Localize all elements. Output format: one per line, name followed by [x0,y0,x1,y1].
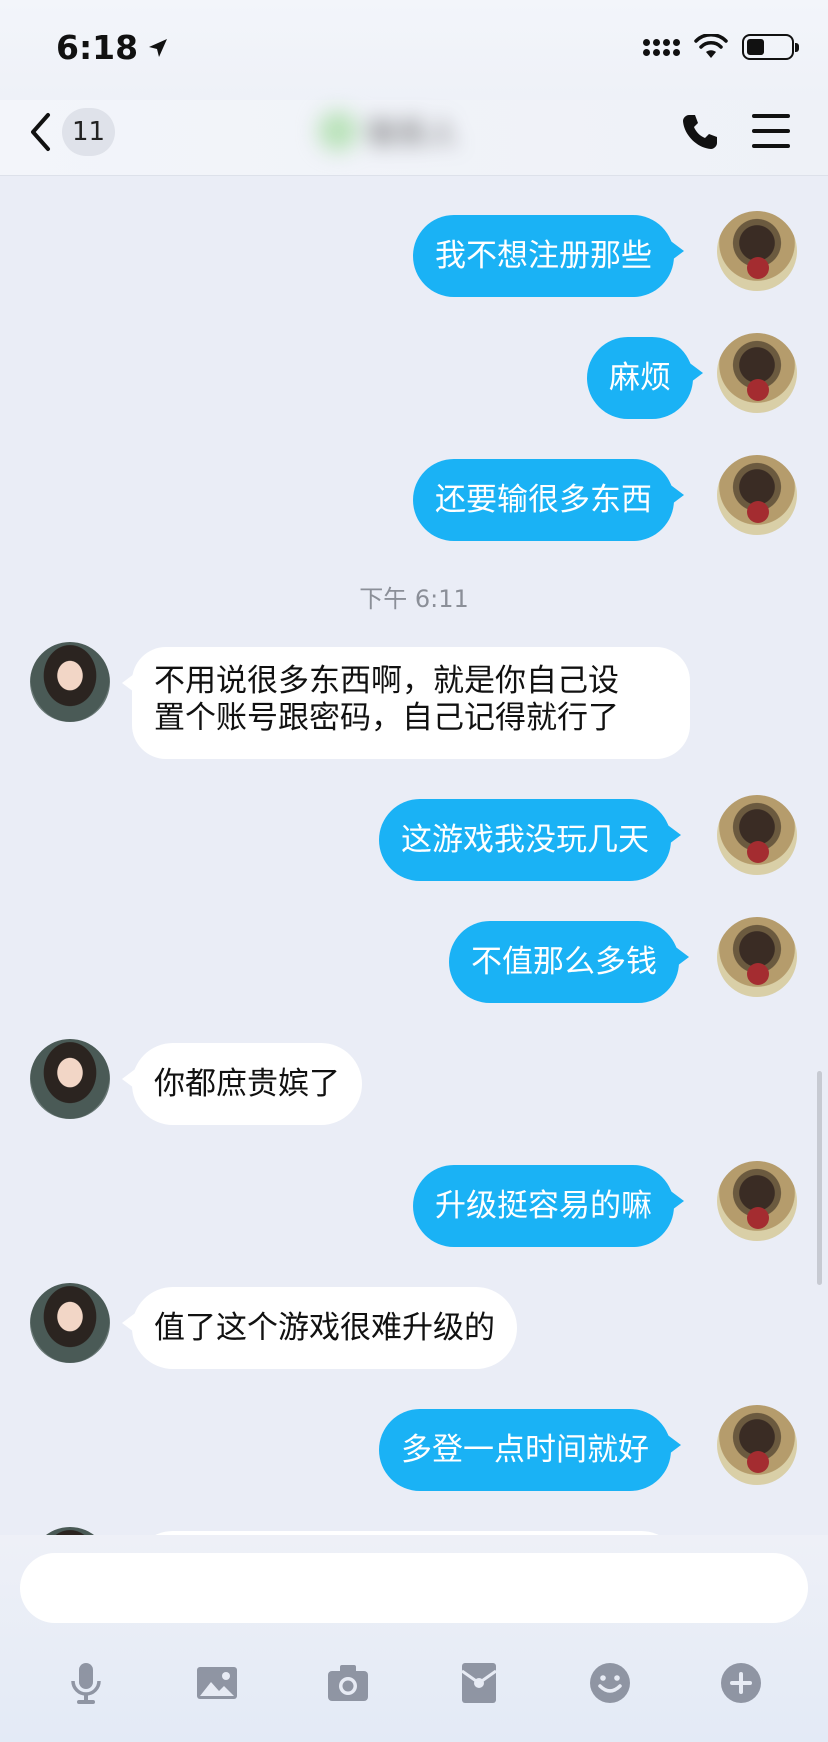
online-status-dot [318,111,358,151]
message-bubble-incoming[interactable]: 你都庶贵嫔了 [122,1043,362,1125]
contact-avatar[interactable] [30,642,110,722]
message-input[interactable] [20,1553,808,1623]
message-bubble-outgoing[interactable]: 还要输很多东西 [413,459,684,541]
message-list[interactable]: 我不想注册那些 麻烦 还要输很多东西 下午 6:11 不用说很多东西啊，就是你自… [0,177,828,1535]
my-avatar[interactable] [717,333,797,413]
message-bubble-outgoing[interactable]: 这游戏我没玩几天 [379,799,681,881]
my-avatar[interactable] [717,1405,797,1485]
message-bubble-incoming[interactable]: 不用说很多东西啊，就是你自己设 置个账号跟密码，自己记得就行了 [122,647,690,759]
image-icon[interactable] [187,1653,247,1713]
my-avatar[interactable] [717,1161,797,1241]
contact-avatar[interactable] [30,1283,110,1363]
contact-title[interactable]: 联系人 [318,100,488,162]
emoji-icon[interactable] [580,1653,640,1713]
input-toolbar [0,1653,828,1723]
my-avatar[interactable] [717,795,797,875]
scrollbar[interactable] [817,1071,822,1285]
red-packet-icon[interactable] [449,1653,509,1713]
message-line: 置个账号跟密码，自己记得就行了 [154,700,619,736]
message-bubble-incoming[interactable]: 值了这个游戏很难升级的 [122,1287,517,1369]
message-bubble-outgoing[interactable]: 不值那么多钱 [449,921,689,1003]
microphone-icon[interactable] [56,1653,116,1713]
message-bubble-outgoing[interactable]: 升级挺容易的嘛 [413,1165,684,1247]
my-avatar[interactable] [717,455,797,535]
contact-avatar[interactable] [30,1039,110,1119]
location-arrow-icon [146,36,170,60]
time-text: 6:18 [56,28,139,67]
camera-icon[interactable] [318,1653,378,1713]
message-line: 不用说很多东西啊，就是你自己设 [154,663,619,699]
phone-icon[interactable] [680,112,720,152]
my-avatar[interactable] [717,917,797,997]
status-time: 6:18 [56,28,170,67]
wifi-icon [694,34,728,60]
status-icons [643,34,799,60]
unread-count-badge: 11 [62,108,116,156]
battery-icon [742,34,799,60]
my-avatar[interactable] [717,211,797,291]
message-bubble-outgoing[interactable]: 我不想注册那些 [413,215,684,297]
message-timestamp: 下午 6:11 [359,585,469,613]
plus-icon[interactable] [711,1653,771,1713]
message-bubble-outgoing[interactable]: 多登一点时间就好 [379,1409,681,1491]
cellular-signal-icon [643,38,680,56]
message-bubble-outgoing[interactable]: 麻烦 [587,337,703,419]
back-button[interactable]: 11 [28,108,116,156]
contact-name: 联系人 [368,117,458,152]
chevron-left-icon [28,111,54,153]
chat-header: 11 联系人 [0,100,828,176]
input-area [0,1535,828,1742]
status-bar: 6:18 [0,0,828,100]
menu-icon[interactable] [752,114,790,148]
contact-avatar [30,1527,110,1535]
